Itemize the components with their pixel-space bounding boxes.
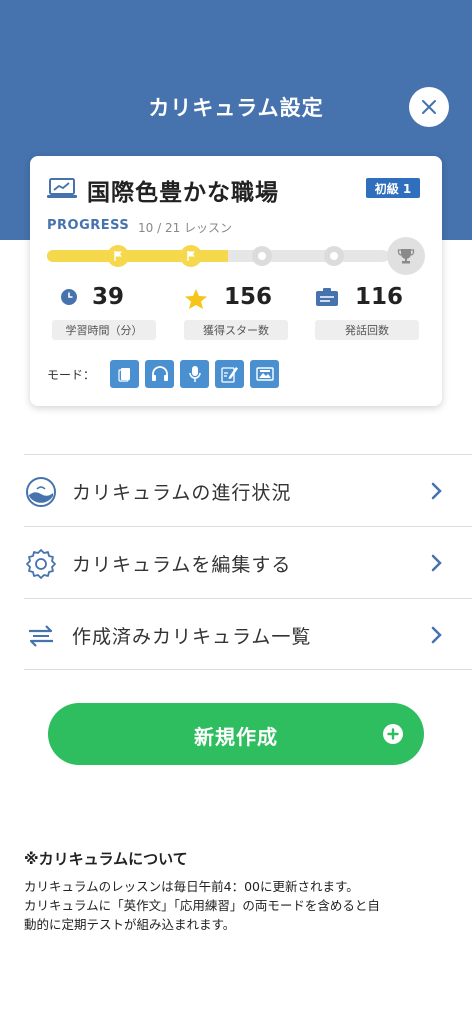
menu-item-list[interactable]: 作成済みカリキュラム一覧: [24, 598, 472, 670]
headphones-icon: [151, 366, 168, 381]
note-text-line: 動的に定期テストが組み込まれます。: [24, 917, 236, 932]
progress-count: 10 / 21 レッスン: [138, 221, 233, 235]
page-title: カリキュラム設定: [148, 96, 324, 120]
stat-label: 獲得スター数: [184, 320, 288, 340]
new-button-label: 新規作成: [194, 725, 278, 749]
stat-value: 39: [92, 284, 125, 310]
plus-circle-icon: [383, 724, 403, 744]
close-icon: [422, 100, 436, 114]
curriculum-card: 国際色豊かな職場 初級 1 PROGRESS 10 / 21 レッスン 39 学…: [30, 156, 442, 406]
note-text-line: カリキュラムに「英作文」「応用練習」の両モードを含めると自: [24, 898, 380, 913]
milestone-dot-icon: [252, 246, 272, 266]
writing-icon: [220, 367, 238, 383]
menu-item-label: 作成済みカリキュラム一覧: [72, 626, 312, 648]
milestone-flag-icon: [107, 245, 129, 267]
mode-writing-button[interactable]: [215, 360, 244, 388]
stat-stars: 156 獲得スター数: [184, 284, 304, 342]
stat-study-time: 39 学習時間（分）: [52, 284, 172, 342]
stat-value: 116: [355, 284, 404, 310]
mode-flashcard-button[interactable]: [110, 360, 139, 388]
menu-list: カリキュラムの進行状況 カリキュラムを編集する 作成済みカリキュラム一覧: [24, 454, 472, 670]
gear-icon: [24, 547, 58, 581]
mode-speaking-button[interactable]: [180, 360, 209, 388]
mode-label: モード：: [47, 368, 96, 382]
chevron-right-icon: [431, 482, 442, 500]
menu-item-edit[interactable]: カリキュラムを編集する: [24, 526, 472, 598]
stat-label: 学習時間（分）: [52, 320, 156, 340]
level-badge: 初級 1: [366, 178, 420, 198]
close-button[interactable]: [409, 87, 449, 127]
milestone-flag-icon: [180, 245, 202, 267]
progress-label: PROGRESS: [47, 218, 130, 233]
menu-item-label: カリキュラムを編集する: [72, 554, 292, 576]
chevron-right-icon: [431, 554, 442, 572]
switch-arrows-icon: [24, 619, 58, 653]
progress-globe-icon: [24, 475, 58, 509]
chevron-right-icon: [431, 626, 442, 644]
microphone-icon: [188, 366, 201, 382]
laptop-chart-icon: [47, 178, 77, 204]
milestone-dot-icon: [324, 246, 344, 266]
image-card-icon: [255, 367, 274, 381]
trophy-icon: [387, 237, 425, 275]
menu-item-progress[interactable]: カリキュラムの進行状況: [24, 454, 472, 526]
new-curriculum-button[interactable]: 新規作成: [48, 703, 424, 765]
stat-value: 156: [224, 284, 273, 310]
stat-utterances: 116 発話回数: [315, 284, 435, 342]
note-title: ※カリキュラムについて: [24, 850, 188, 868]
star-icon: [184, 288, 208, 314]
stat-label: 発話回数: [315, 320, 419, 340]
clock-icon: [60, 288, 78, 310]
mode-listening-button[interactable]: [145, 360, 174, 388]
flashcard-icon: [117, 368, 130, 382]
curriculum-title: 国際色豊かな職場: [87, 180, 279, 206]
chat-card-icon: [315, 288, 339, 312]
mode-picture-button[interactable]: [250, 360, 279, 388]
note-text-line: カリキュラムのレッスンは毎日午前4：00に更新されます。: [24, 879, 359, 894]
menu-item-label: カリキュラムの進行状況: [72, 482, 292, 504]
